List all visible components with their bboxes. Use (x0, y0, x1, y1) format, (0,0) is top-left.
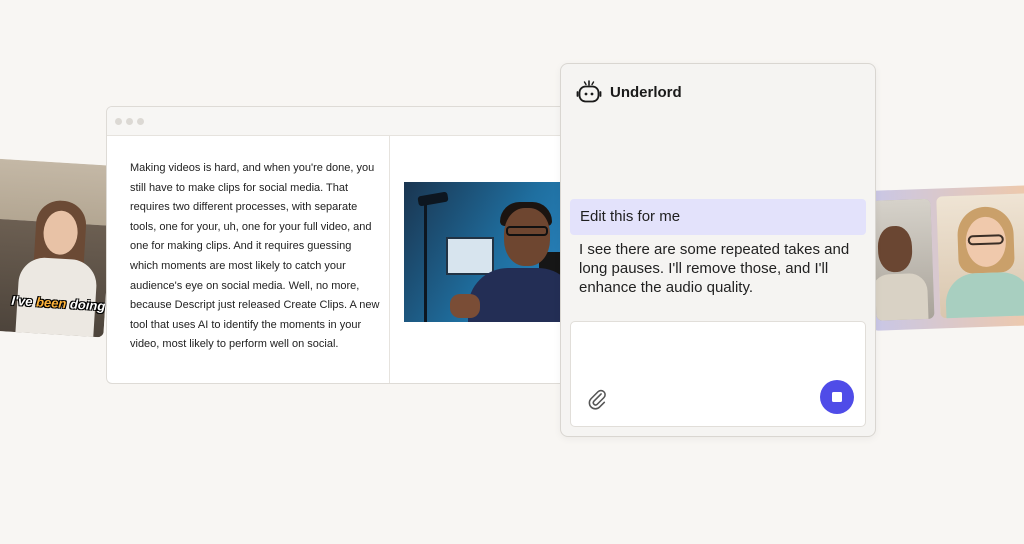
person-shirt (944, 271, 1024, 319)
transcript-text[interactable]: Making videos is hard, and when you're d… (130, 159, 382, 355)
left-video-clip: I've been doing (0, 158, 114, 338)
caption-highlight: been (35, 294, 67, 312)
clip-thumbnail-man (872, 198, 935, 321)
person-face (877, 225, 913, 273)
right-video-clips (866, 185, 1024, 331)
window-dot-close (115, 118, 122, 125)
glasses (506, 226, 548, 236)
person-hand (450, 294, 480, 318)
background-monitor (446, 237, 494, 275)
robot-icon (576, 80, 602, 103)
caption-suffix: doing (65, 296, 106, 314)
user-message: Edit this for me (570, 199, 866, 235)
caption-prefix: I've (10, 292, 37, 310)
paperclip-icon[interactable] (586, 388, 608, 410)
panel-title: Underlord (610, 83, 682, 101)
stop-icon (832, 392, 842, 402)
underlord-panel: Underlord Edit this for me I see there a… (560, 63, 876, 437)
prompt-input[interactable] (570, 321, 866, 427)
video-preview[interactable] (404, 182, 574, 322)
window-titlebar (107, 107, 575, 136)
glasses (967, 234, 1004, 246)
window-dot-maximize (137, 118, 144, 125)
panel-header: Underlord (576, 77, 682, 107)
assistant-message: I see there are some repeated takes and … (579, 241, 850, 296)
lamp-pole (424, 202, 427, 322)
window-dot-minimize (126, 118, 133, 125)
person-body (468, 268, 574, 322)
editor-window: Making videos is hard, and when you're d… (106, 106, 576, 384)
editor-divider (389, 135, 390, 383)
person-face (504, 208, 550, 266)
stop-button[interactable] (820, 380, 854, 414)
lamp-head (417, 191, 449, 207)
clip-thumbnail-woman (936, 193, 1024, 319)
person-shirt (872, 272, 929, 321)
